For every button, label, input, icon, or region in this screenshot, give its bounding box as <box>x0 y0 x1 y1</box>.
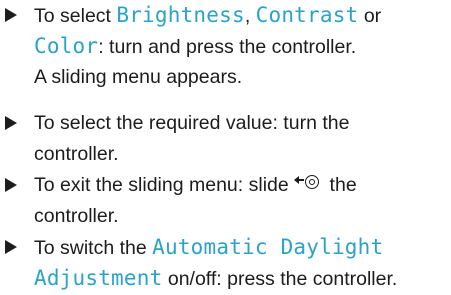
step-line: controller. <box>34 205 119 227</box>
step-text-segment: To switch the <box>34 237 153 259</box>
bullet-arrow-icon <box>5 240 17 254</box>
bullet-arrow-icon <box>5 116 17 130</box>
keyword-brightness: Brightness <box>116 3 245 27</box>
step-text-segment: To exit the sliding menu: slide <box>34 174 295 196</box>
step-line: Color: turn and press the controller. <box>34 31 444 62</box>
keyword-contrast: Contrast <box>255 3 359 27</box>
bullet-arrow-icon <box>5 8 17 22</box>
keyword-adjustment: Adjustment <box>34 266 163 290</box>
step-text-segment: or <box>358 5 382 27</box>
step-line: To select Brightness, Contrast or <box>34 0 444 31</box>
keyword-automatic-daylight: Automatic Daylight <box>152 235 384 259</box>
step-line: A sliding menu appears. <box>34 66 243 88</box>
instruction-page: To select Brightness, Contrast or Color:… <box>0 0 451 295</box>
step-text: To exit the sliding menu: slide the cont… <box>34 170 444 232</box>
step-line: Adjustment on/off: press the controller. <box>34 263 444 294</box>
step-text-segment: , <box>244 5 256 27</box>
step-text-segment: To select <box>34 5 117 27</box>
step-line: To exit the sliding menu: slide the <box>34 170 444 201</box>
step-line: To select the required value: turn the <box>34 112 350 134</box>
step-text-segment: on/off: press the controller. <box>162 268 398 290</box>
step-text: To select the required value: turn the c… <box>34 108 444 170</box>
step-text-segment: : turn and press the controller. <box>98 36 357 58</box>
slide-left-controller-icon <box>294 175 322 193</box>
step-text: To switch the Automatic Daylight Adjustm… <box>34 232 444 294</box>
bullet-arrow-icon <box>5 178 17 192</box>
step-text: To select Brightness, Contrast or Color:… <box>34 0 444 93</box>
step-text-segment: the <box>324 174 357 196</box>
keyword-color: Color <box>34 34 99 58</box>
step-line: To switch the Automatic Daylight <box>34 232 444 263</box>
step-line: controller. <box>34 143 119 165</box>
